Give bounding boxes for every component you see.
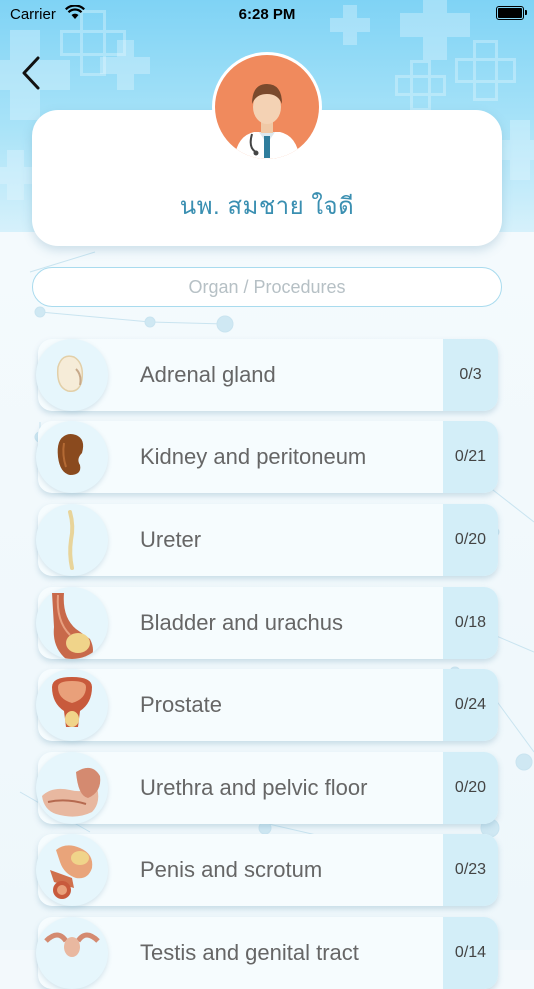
list-item-penis-scrotum[interactable]: Penis and scrotum 0/23 xyxy=(36,834,498,906)
back-button[interactable] xyxy=(18,54,48,92)
organ-count: 0/14 xyxy=(454,944,487,961)
prostate-icon xyxy=(36,669,108,741)
organ-label: Penis and scrotum xyxy=(140,857,323,882)
list-item-adrenal-gland[interactable]: Adrenal gland 0/3 xyxy=(36,339,498,411)
organ-label: Kidney and peritoneum xyxy=(140,444,367,469)
pelvic-floor-icon xyxy=(36,752,108,824)
organ-count: 0/23 xyxy=(454,861,487,878)
organ-label: Bladder and urachus xyxy=(140,610,344,635)
genital-tract-icon xyxy=(36,917,108,989)
list-item-prostate[interactable]: Prostate 0/24 xyxy=(36,669,498,741)
organ-count: 0/18 xyxy=(454,614,487,631)
penis-scrotum-icon xyxy=(36,834,108,906)
list-item-ureter[interactable]: Ureter 0/20 xyxy=(36,504,498,576)
doctor-name: นพ. สมชาย ใจดี xyxy=(179,193,355,220)
organ-count: 0/3 xyxy=(459,366,482,383)
organ-count: 0/24 xyxy=(454,696,487,713)
list-item-genital-tract[interactable]: Testis and genital tract 0/14 xyxy=(36,917,498,989)
kidney-icon xyxy=(36,421,108,493)
ureter-icon xyxy=(36,504,108,576)
avatar xyxy=(212,52,322,162)
status-time: 6:28 PM xyxy=(238,6,296,23)
organ-label: Ureter xyxy=(140,527,202,552)
organ-label: Testis and genital tract xyxy=(140,940,359,965)
organ-count: 0/20 xyxy=(454,531,487,548)
list-item-bladder[interactable]: Bladder and urachus 0/18 xyxy=(36,587,498,659)
organ-label: Prostate xyxy=(140,692,222,717)
list-item-urethra[interactable]: Urethra and pelvic floor 0/20 xyxy=(36,752,498,824)
doctor-avatar-icon xyxy=(215,55,319,159)
organ-count: 0/20 xyxy=(454,779,487,796)
list-item-kidney[interactable]: Kidney and peritoneum 0/21 xyxy=(36,421,498,493)
adrenal-gland-icon xyxy=(36,339,108,411)
search-input[interactable] xyxy=(32,267,502,307)
bladder-icon xyxy=(36,587,108,659)
status-bar: Carrier 6:28 PM xyxy=(0,0,534,28)
organ-label: Urethra and pelvic floor xyxy=(140,775,368,800)
battery-icon xyxy=(496,6,527,20)
organ-count: 0/21 xyxy=(454,448,487,465)
organ-label: Adrenal gland xyxy=(140,362,276,387)
